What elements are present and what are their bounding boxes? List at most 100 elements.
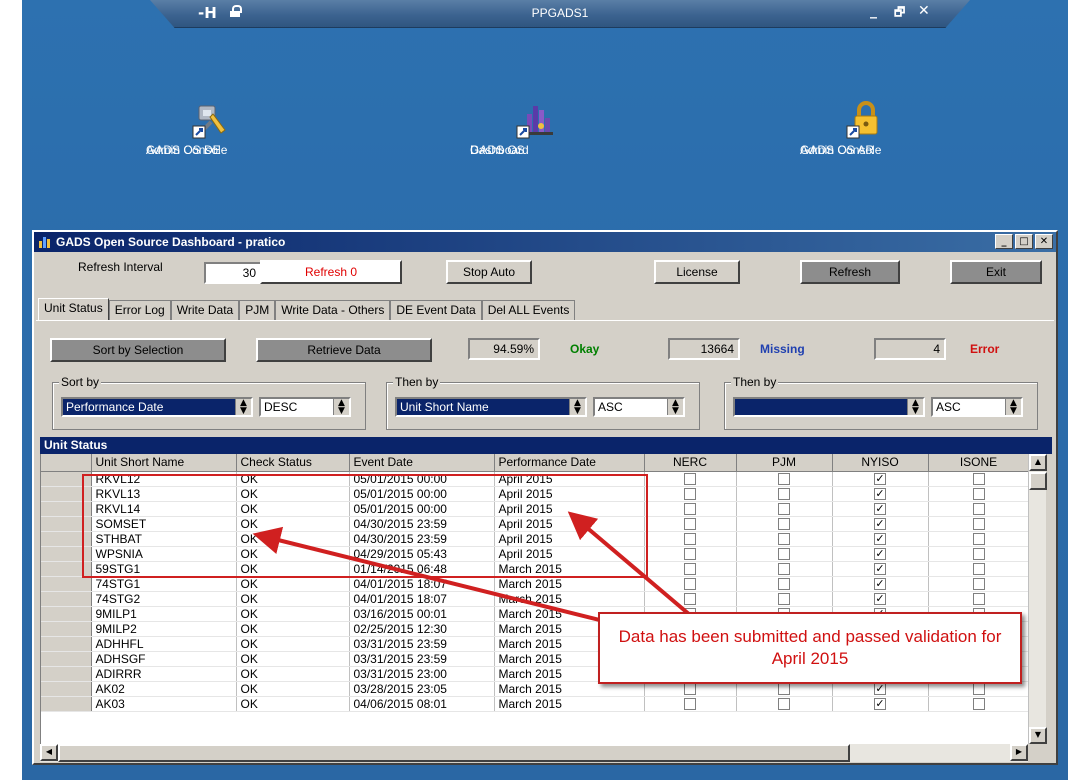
table-row[interactable]: RKVL13 OK 05/01/2015 00:00 April 2015 ✓ (41, 486, 1028, 502)
checked-checkbox[interactable]: ✓ (874, 548, 886, 560)
vertical-scroll-thumb[interactable] (1029, 472, 1047, 490)
unchecked-checkbox[interactable] (972, 488, 985, 500)
unchecked-checkbox[interactable] (778, 698, 790, 710)
then-by-1-order-select[interactable]: ASC ▲ ▼ (593, 397, 685, 417)
unchecked-checkbox[interactable] (778, 563, 790, 575)
stop-auto-button[interactable]: Stop Auto (446, 260, 532, 284)
unchecked-checkbox[interactable] (778, 683, 790, 695)
sort-by-field-select[interactable]: Performance Date ▲ ▼ (61, 397, 253, 417)
minimize-button[interactable]: _ (995, 234, 1013, 249)
scroll-left-icon[interactable]: ◀ (40, 744, 58, 761)
unchecked-checkbox[interactable] (684, 593, 696, 605)
row-header-cell[interactable] (41, 486, 92, 502)
checked-checkbox[interactable]: ✓ (874, 698, 886, 710)
column-header[interactable]: Unit Short Name (91, 454, 237, 472)
row-header-cell[interactable] (41, 516, 92, 532)
checked-checkbox[interactable]: ✓ (874, 593, 886, 605)
unchecked-checkbox[interactable] (972, 593, 985, 605)
spin-arrows-icon[interactable]: ▲ ▼ (569, 399, 585, 416)
table-row[interactable]: STHBAT OK 04/30/2015 23:59 April 2015 ✓ (41, 531, 1028, 547)
spin-arrows-icon[interactable]: ▲ ▼ (235, 399, 251, 416)
row-header-cell[interactable] (41, 561, 92, 577)
horizontal-scrollbar[interactable]: ◀ ▶ (40, 744, 1028, 762)
refresh-button[interactable]: Refresh (800, 260, 900, 284)
row-header-cell[interactable] (41, 501, 92, 517)
unchecked-checkbox[interactable] (972, 548, 985, 560)
unchecked-checkbox[interactable] (972, 563, 985, 575)
unchecked-checkbox[interactable] (684, 563, 696, 575)
unchecked-checkbox[interactable] (972, 578, 985, 590)
table-row[interactable]: 74STG2 OK 04/01/2015 18:07 March 2015 ✓ (41, 591, 1028, 607)
tab-pjm[interactable]: PJM (239, 300, 276, 320)
unchecked-checkbox[interactable] (972, 473, 985, 485)
unchecked-checkbox[interactable] (778, 548, 790, 560)
then-by-2-order-select[interactable]: ASC ▲ ▼ (931, 397, 1023, 417)
unchecked-checkbox[interactable] (778, 503, 790, 515)
checked-checkbox[interactable]: ✓ (874, 683, 886, 695)
column-header[interactable]: Event Date (349, 454, 495, 472)
checked-checkbox[interactable]: ✓ (874, 563, 886, 575)
unchecked-checkbox[interactable] (972, 698, 985, 710)
row-header-cell[interactable] (41, 546, 92, 562)
column-header[interactable]: Performance Date (494, 454, 645, 472)
maximize-button[interactable]: □ (1015, 234, 1033, 249)
table-row[interactable]: SOMSET OK 04/30/2015 23:59 April 2015 ✓ (41, 516, 1028, 532)
unchecked-checkbox[interactable] (684, 698, 696, 710)
sort-by-selection-button[interactable]: Sort by Selection (50, 338, 226, 362)
unchecked-checkbox[interactable] (778, 593, 790, 605)
checked-checkbox[interactable]: ✓ (874, 518, 886, 530)
scroll-right-icon[interactable]: ▶ (1010, 744, 1028, 761)
retrieve-data-button[interactable]: Retrieve Data (256, 338, 432, 362)
unchecked-checkbox[interactable] (778, 473, 790, 485)
unchecked-checkbox[interactable] (684, 548, 696, 560)
checked-checkbox[interactable]: ✓ (874, 533, 886, 545)
unchecked-checkbox[interactable] (972, 503, 985, 515)
checked-checkbox[interactable]: ✓ (874, 578, 886, 590)
close-button[interactable]: ✕ (1035, 234, 1053, 249)
rdp-close-icon[interactable]: ✕ (918, 3, 930, 19)
unchecked-checkbox[interactable] (684, 488, 696, 500)
column-header[interactable]: NYISO (832, 454, 929, 472)
unchecked-checkbox[interactable] (684, 533, 696, 545)
unchecked-checkbox[interactable] (778, 518, 790, 530)
tab-unit-status[interactable]: Unit Status (38, 298, 109, 320)
rdp-minimize-icon[interactable]: _ (870, 3, 877, 19)
vertical-scrollbar[interactable]: ▲ ▼ (1028, 454, 1047, 744)
table-row[interactable]: WPSNIA OK 04/29/2015 05:43 April 2015 ✓ (41, 546, 1028, 562)
row-header-cell[interactable] (41, 531, 92, 547)
row-header-cell[interactable] (41, 591, 92, 607)
column-header[interactable]: PJM (736, 454, 833, 472)
tab-error-log[interactable]: Error Log (108, 300, 171, 320)
desktop-icon-de-admin-console[interactable]: GADS OS DE Admin Console (146, 100, 276, 157)
tab-write-data-others[interactable]: Write Data - Others (275, 300, 391, 320)
row-header-cell[interactable] (41, 606, 92, 622)
desktop-icon-ar-admin-console[interactable]: GADS OS AR Admin Console (800, 100, 930, 157)
unchecked-checkbox[interactable] (778, 488, 790, 500)
checked-checkbox[interactable]: ✓ (874, 488, 886, 500)
row-header-cell[interactable] (41, 471, 92, 487)
unit-status-grid[interactable]: Unit Short Name Check Status Event Date … (40, 454, 1028, 744)
unchecked-checkbox[interactable] (972, 518, 985, 530)
unchecked-checkbox[interactable] (684, 683, 696, 695)
row-header-cell[interactable] (41, 651, 92, 667)
scroll-down-icon[interactable]: ▼ (1029, 727, 1047, 744)
table-row[interactable]: RKVL14 OK 05/01/2015 00:00 April 2015 ✓ (41, 501, 1028, 517)
table-row[interactable]: RKVL12 OK 05/01/2015 00:00 April 2015 ✓ (41, 471, 1028, 487)
column-header[interactable]: Check Status (236, 454, 350, 472)
refresh-interval-input[interactable]: 30 (204, 262, 262, 284)
scroll-up-icon[interactable]: ▲ (1029, 454, 1047, 471)
table-row[interactable]: 74STG1 OK 04/01/2015 18:07 March 2015 ✓ (41, 576, 1028, 592)
unchecked-checkbox[interactable] (778, 533, 790, 545)
sort-by-order-select[interactable]: DESC ▲ ▼ (259, 397, 351, 417)
checked-checkbox[interactable]: ✓ (874, 503, 886, 515)
tab-de-event-data[interactable]: DE Event Data (390, 300, 482, 320)
row-header-cell[interactable] (41, 621, 92, 637)
unchecked-checkbox[interactable] (684, 518, 696, 530)
row-header-cell[interactable] (41, 696, 92, 712)
row-header-cell[interactable] (41, 666, 92, 682)
spin-arrows-icon[interactable]: ▲ ▼ (1005, 399, 1021, 416)
then-by-1-field-select[interactable]: Unit Short Name ▲ ▼ (395, 397, 587, 417)
refresh-counter-button[interactable]: Refresh 0 (260, 260, 402, 284)
rdp-restore-icon[interactable]: 🗗 (894, 3, 905, 24)
then-by-2-field-select[interactable]: ▲ ▼ (733, 397, 925, 417)
